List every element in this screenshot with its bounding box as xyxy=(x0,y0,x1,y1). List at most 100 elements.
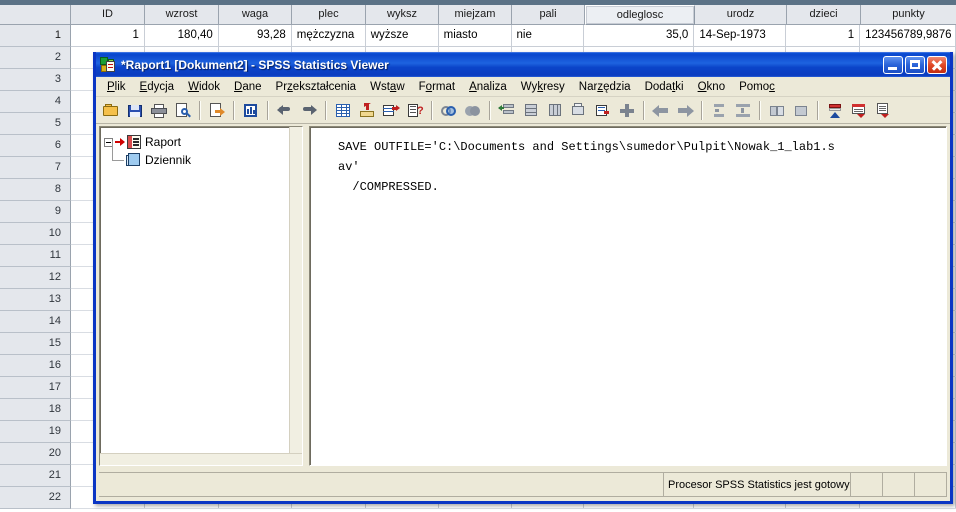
cell-pali-1[interactable]: nie xyxy=(512,25,585,46)
column-header-wzrost[interactable]: wzrost xyxy=(145,5,219,25)
menu-item-widok[interactable]: Widok xyxy=(181,79,227,95)
row-header-10[interactable]: 10 xyxy=(0,223,71,245)
toolbar-split-file-button[interactable] xyxy=(495,99,519,122)
menu-item-dane[interactable]: Dane xyxy=(227,79,269,95)
promote-icon xyxy=(710,102,728,119)
toolbar-insert-title-button[interactable] xyxy=(871,99,895,122)
toolbar-demote-button[interactable] xyxy=(731,99,755,122)
menu-item-wykresy[interactable]: Wykresy xyxy=(514,79,572,95)
row-header-22[interactable]: 22 xyxy=(0,487,71,509)
row-header-4[interactable]: 4 xyxy=(0,91,71,113)
column-header-punkty[interactable]: punkty xyxy=(861,5,956,25)
cell-urodz-1[interactable]: 14-Sep-1973 xyxy=(694,25,787,46)
toolbar-redo-button[interactable] xyxy=(297,99,321,122)
toolbar-undo-button[interactable] xyxy=(273,99,297,122)
row-header-18[interactable]: 18 xyxy=(0,399,71,421)
table-row[interactable]: 1 180,40 93,28 mężczyzna wyższe miasto nie 35,0… xyxy=(71,25,956,47)
toolbar-print-button[interactable] xyxy=(147,99,171,122)
toolbar-goto-data-button[interactable] xyxy=(331,99,355,122)
outline-item-dziennik[interactable]: Dziennik xyxy=(104,141,298,169)
cell-ID-1[interactable]: 1 xyxy=(71,25,145,46)
toolbar-back-arrow-button[interactable] xyxy=(649,99,673,122)
output-pane[interactable]: SAVE OUTFILE='C:\Documents and Settings\… xyxy=(309,126,947,466)
toolbar-save-button[interactable] xyxy=(123,99,147,122)
row-header-15[interactable]: 15 xyxy=(0,333,71,355)
menu-item-wstaw[interactable]: Wstaw xyxy=(363,79,412,95)
menu-item-plik[interactable]: Plik xyxy=(100,79,133,95)
toolbar-chart-dialog-button[interactable] xyxy=(239,99,263,122)
row-header-6[interactable]: 6 xyxy=(0,135,71,157)
row-header-3[interactable]: 3 xyxy=(0,69,71,91)
row-header-2[interactable]: 2 xyxy=(0,47,71,69)
row-header-17[interactable]: 17 xyxy=(0,377,71,399)
toolbar-variables-button[interactable] xyxy=(379,99,403,122)
maximize-button[interactable] xyxy=(905,56,925,74)
outline-horizontal-scrollbar[interactable] xyxy=(100,453,302,465)
toolbar-promote-button[interactable] xyxy=(707,99,731,122)
toolbar-insert-heading-button[interactable] xyxy=(847,99,871,122)
toolbar-insert-cases-button[interactable] xyxy=(519,99,543,122)
row-header-20[interactable]: 20 xyxy=(0,443,71,465)
toolbar-print-preview-button[interactable] xyxy=(171,99,195,122)
column-header-waga[interactable]: waga xyxy=(219,5,292,25)
cell-wyksz-1[interactable]: wyższe xyxy=(366,25,439,46)
row-header-14[interactable]: 14 xyxy=(0,311,71,333)
toolbar-insert-variable-button[interactable] xyxy=(543,99,567,122)
row-header-7[interactable]: 7 xyxy=(0,157,71,179)
cell-odleglosc-1[interactable]: 35,0 xyxy=(584,25,695,46)
column-header-pali[interactable]: pali xyxy=(512,5,585,25)
menu-item-analiza[interactable]: Analiza xyxy=(462,79,514,95)
toolbar-goto-case-button[interactable] xyxy=(355,99,379,122)
row-header-9[interactable]: 9 xyxy=(0,201,71,223)
toolbar-use-sets-button[interactable] xyxy=(591,99,615,122)
toolbar-export-button[interactable] xyxy=(205,99,229,122)
column-header-wyksz[interactable]: wyksz xyxy=(366,5,439,25)
row-header-5[interactable]: 5 xyxy=(0,113,71,135)
cell-miejzam-1[interactable]: miasto xyxy=(439,25,512,46)
menu-item-okno[interactable]: Okno xyxy=(691,79,733,95)
menu-item-format[interactable]: Format xyxy=(412,79,462,95)
cell-dzieci-1[interactable]: 1 xyxy=(786,25,861,46)
row-header-19[interactable]: 19 xyxy=(0,421,71,443)
toolbar-expand-outline-button[interactable] xyxy=(765,99,789,122)
column-header-miejzam[interactable]: miejzam xyxy=(439,5,512,25)
menu-item-narzędzia[interactable]: Narzędzia xyxy=(572,79,638,95)
row-header-11[interactable]: 11 xyxy=(0,245,71,267)
row-header-21[interactable]: 21 xyxy=(0,465,71,487)
row-header-12[interactable]: 12 xyxy=(0,267,71,289)
toolbar-open-file-button[interactable] xyxy=(99,99,123,122)
column-header-plec[interactable]: plec xyxy=(292,5,366,25)
column-header-dzieci[interactable]: dzieci xyxy=(787,5,861,25)
toolbar-add-button[interactable] xyxy=(615,99,639,122)
menu-item-edycja[interactable]: Edycja xyxy=(133,79,182,95)
row-header-1[interactable]: 1 xyxy=(0,25,71,47)
outline-item-raport[interactable]: Raport xyxy=(104,133,298,151)
menu-item-dodatki[interactable]: Dodatki xyxy=(638,79,691,95)
spss-viewer-icon xyxy=(100,57,116,73)
column-header-odleglosc[interactable]: odleglosc xyxy=(585,5,695,25)
toolbar-value-labels-button[interactable] xyxy=(567,99,591,122)
row-header-16[interactable]: 16 xyxy=(0,355,71,377)
toolbar-forward-arrow-button[interactable] xyxy=(673,99,697,122)
toolbar-weight-cases-button[interactable] xyxy=(461,99,485,122)
menu-item-pomoc[interactable]: Pomoc xyxy=(732,79,782,95)
cell-waga-1[interactable]: 93,28 xyxy=(219,25,292,46)
toolbar-collapse-outline-button[interactable] xyxy=(789,99,813,122)
cell-punkty-1[interactable]: 123456789,9876 xyxy=(860,25,956,46)
column-header-urodz[interactable]: urodz xyxy=(695,5,787,25)
toolbar-find-variable-button[interactable]: ? xyxy=(403,99,427,122)
row-header-8[interactable]: 8 xyxy=(0,179,71,201)
toolbar-select-cases-button[interactable] xyxy=(437,99,461,122)
toolbar-show-hide-button[interactable] xyxy=(823,99,847,122)
minimize-button[interactable] xyxy=(883,56,903,74)
outline-vertical-scrollbar[interactable] xyxy=(289,127,302,465)
window-titlebar[interactable]: *Raport1 [Dokument2] - SPSS Statistics V… xyxy=(96,52,950,77)
outline-pane[interactable]: Raport Dziennik xyxy=(99,126,303,466)
grid-select-all-corner[interactable] xyxy=(0,5,71,25)
menu-item-przekształcenia[interactable]: Przekształcenia xyxy=(269,79,364,95)
cell-wzrost-1[interactable]: 180,40 xyxy=(145,25,219,46)
close-button[interactable] xyxy=(927,56,947,74)
cell-plec-1[interactable]: mężczyzna xyxy=(292,25,366,46)
row-header-13[interactable]: 13 xyxy=(0,289,71,311)
column-header-ID[interactable]: ID xyxy=(71,5,145,25)
